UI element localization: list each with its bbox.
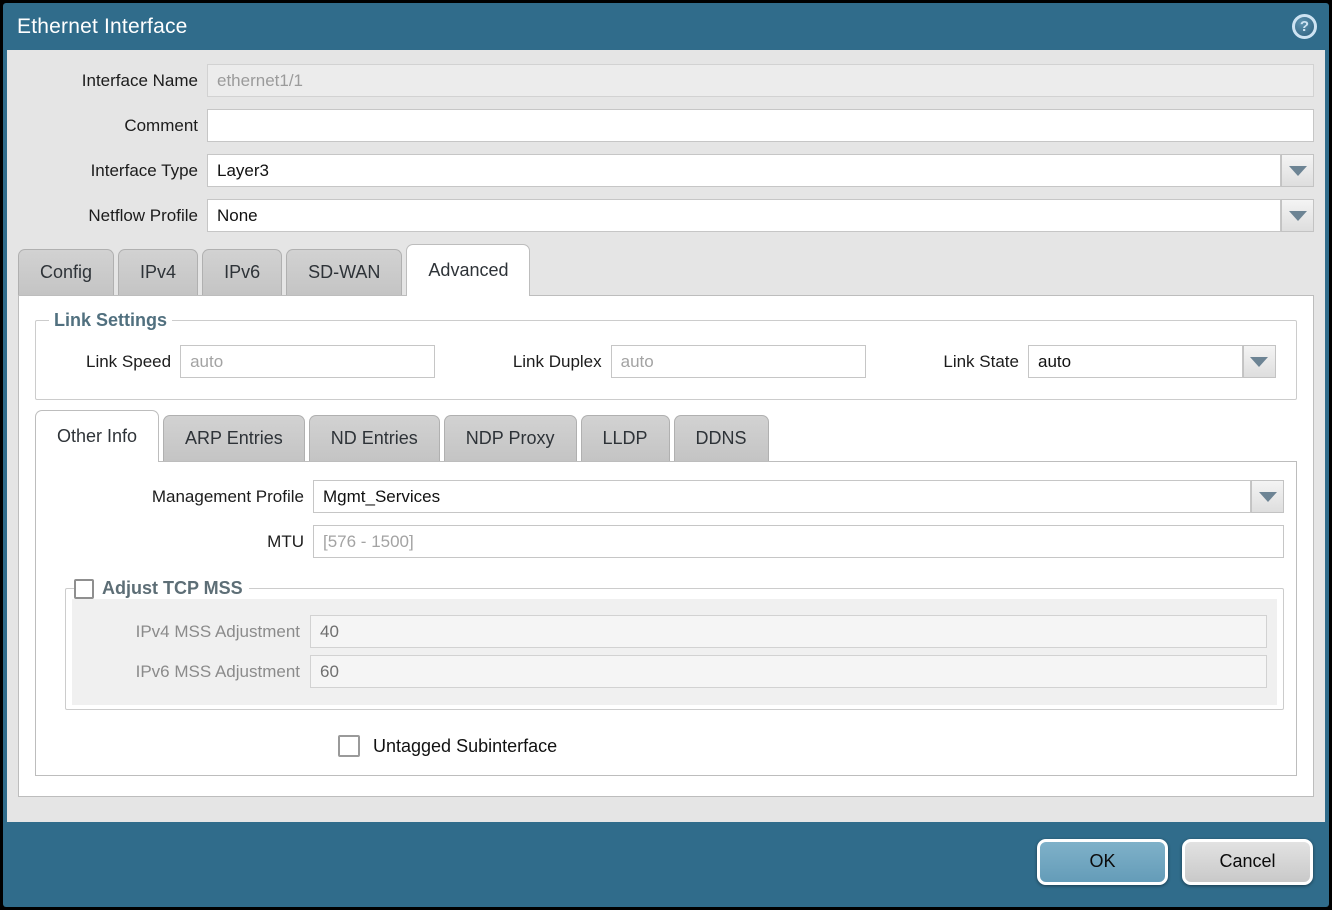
ipv4-mss-row: IPv4 MSS Adjustment	[72, 615, 1277, 648]
tab-nd-entries[interactable]: ND Entries	[309, 415, 440, 461]
untagged-subinterface-row: Untagged Subinterface	[338, 735, 1284, 757]
ipv6-mss-row: IPv6 MSS Adjustment	[72, 655, 1277, 688]
tab-lldp[interactable]: LLDP	[581, 415, 670, 461]
interface-name-field	[207, 64, 1314, 97]
link-duplex-label: Link Duplex	[513, 352, 611, 372]
untagged-subinterface-checkbox[interactable]	[338, 735, 360, 757]
cancel-button[interactable]: Cancel	[1182, 839, 1313, 885]
netflow-profile-label: Netflow Profile	[18, 206, 207, 226]
netflow-profile-dropdown-button[interactable]	[1281, 199, 1314, 232]
tab-arp-entries-label: ARP Entries	[185, 428, 283, 449]
main-tab-strip: Config IPv4 IPv6 SD-WAN Advanced	[18, 244, 1314, 295]
tab-nd-entries-label: ND Entries	[331, 428, 418, 449]
ipv6-mss-label: IPv6 MSS Adjustment	[72, 662, 310, 682]
mtu-label: MTU	[48, 532, 313, 552]
link-settings-row: Link Speed Link Duplex Link State	[44, 345, 1288, 378]
screen: Ethernet Interface ? Interface Name Comm…	[0, 0, 1332, 910]
tab-other-info-label: Other Info	[57, 426, 137, 447]
ipv4-mss-label: IPv4 MSS Adjustment	[72, 622, 310, 642]
interface-type-row: Interface Type	[18, 154, 1314, 187]
tab-ndp-proxy[interactable]: NDP Proxy	[444, 415, 577, 461]
adjust-tcp-mss-checkbox[interactable]	[74, 579, 94, 599]
adjust-tcp-mss-fieldset: Adjust TCP MSS IPv4 MSS Adjustment IPv6 …	[65, 578, 1284, 710]
untagged-subinterface-label: Untagged Subinterface	[373, 736, 557, 757]
mtu-field[interactable]	[313, 525, 1284, 558]
chevron-down-icon	[1250, 357, 1268, 367]
ok-button[interactable]: OK	[1037, 839, 1168, 885]
tab-sd-wan[interactable]: SD-WAN	[286, 249, 402, 295]
tab-ipv6-label: IPv6	[224, 262, 260, 283]
tab-ndp-proxy-label: NDP Proxy	[466, 428, 555, 449]
tab-advanced-label: Advanced	[428, 260, 508, 281]
chevron-down-icon	[1289, 166, 1307, 176]
link-speed-label: Link Speed	[86, 352, 180, 372]
link-duplex-group: Link Duplex	[513, 345, 866, 378]
tab-lldp-label: LLDP	[603, 428, 648, 449]
tab-ipv4-label: IPv4	[140, 262, 176, 283]
management-profile-row: Management Profile	[48, 480, 1284, 513]
ipv6-mss-field	[310, 655, 1267, 688]
link-duplex-field[interactable]	[611, 345, 866, 378]
interface-type-label: Interface Type	[18, 161, 207, 181]
dialog-title: Ethernet Interface	[17, 15, 188, 39]
tab-advanced[interactable]: Advanced	[406, 244, 530, 295]
chevron-down-icon	[1289, 211, 1307, 221]
dialog-body: Interface Name Comment Interface Type	[7, 50, 1325, 822]
link-settings-fieldset: Link Settings Link Speed Link Duplex Lin…	[35, 310, 1297, 400]
tab-ipv6[interactable]: IPv6	[202, 249, 282, 295]
netflow-profile-field[interactable]	[207, 199, 1281, 232]
ipv4-mss-field	[310, 615, 1267, 648]
help-icon[interactable]: ?	[1292, 14, 1317, 39]
management-profile-field[interactable]	[313, 480, 1251, 513]
other-info-panel: Management Profile MTU	[35, 461, 1297, 776]
tab-ipv4[interactable]: IPv4	[118, 249, 198, 295]
link-state-field[interactable]	[1028, 345, 1243, 378]
adjust-tcp-mss-legend: Adjust TCP MSS	[74, 578, 249, 599]
advanced-tab-panel: Link Settings Link Speed Link Duplex Lin…	[18, 295, 1314, 797]
tab-sd-wan-label: SD-WAN	[308, 262, 380, 283]
tab-arp-entries[interactable]: ARP Entries	[163, 415, 305, 461]
management-profile-label: Management Profile	[48, 487, 313, 507]
link-state-dropdown-button[interactable]	[1243, 345, 1276, 378]
comment-label: Comment	[18, 116, 207, 136]
interface-name-row: Interface Name	[18, 64, 1314, 97]
link-state-label: Link State	[943, 352, 1028, 372]
mtu-row: MTU	[48, 525, 1284, 558]
title-bar: Ethernet Interface ?	[3, 3, 1329, 50]
chevron-down-icon	[1259, 492, 1277, 502]
link-state-group: Link State	[943, 345, 1276, 378]
netflow-profile-row: Netflow Profile	[18, 199, 1314, 232]
link-speed-group: Link Speed	[86, 345, 435, 378]
ethernet-interface-dialog: Ethernet Interface ? Interface Name Comm…	[3, 3, 1329, 907]
adjust-tcp-mss-legend-text: Adjust TCP MSS	[102, 578, 243, 599]
tab-other-info[interactable]: Other Info	[35, 410, 159, 461]
link-speed-field[interactable]	[180, 345, 435, 378]
interface-type-dropdown-button[interactable]	[1281, 154, 1314, 187]
mss-disabled-block: IPv4 MSS Adjustment IPv6 MSS Adjustment	[72, 599, 1277, 705]
dialog-footer: OK Cancel	[3, 822, 1329, 907]
comment-row: Comment	[18, 109, 1314, 142]
management-profile-dropdown-button[interactable]	[1251, 480, 1284, 513]
tab-config-label: Config	[40, 262, 92, 283]
interface-type-field[interactable]	[207, 154, 1281, 187]
comment-field[interactable]	[207, 109, 1314, 142]
tab-ddns[interactable]: DDNS	[674, 415, 769, 461]
interface-name-label: Interface Name	[18, 71, 207, 91]
tab-config[interactable]: Config	[18, 249, 114, 295]
link-settings-legend: Link Settings	[49, 310, 172, 331]
sub-tab-strip: Other Info ARP Entries ND Entries NDP Pr…	[35, 410, 1297, 461]
tab-ddns-label: DDNS	[696, 428, 747, 449]
